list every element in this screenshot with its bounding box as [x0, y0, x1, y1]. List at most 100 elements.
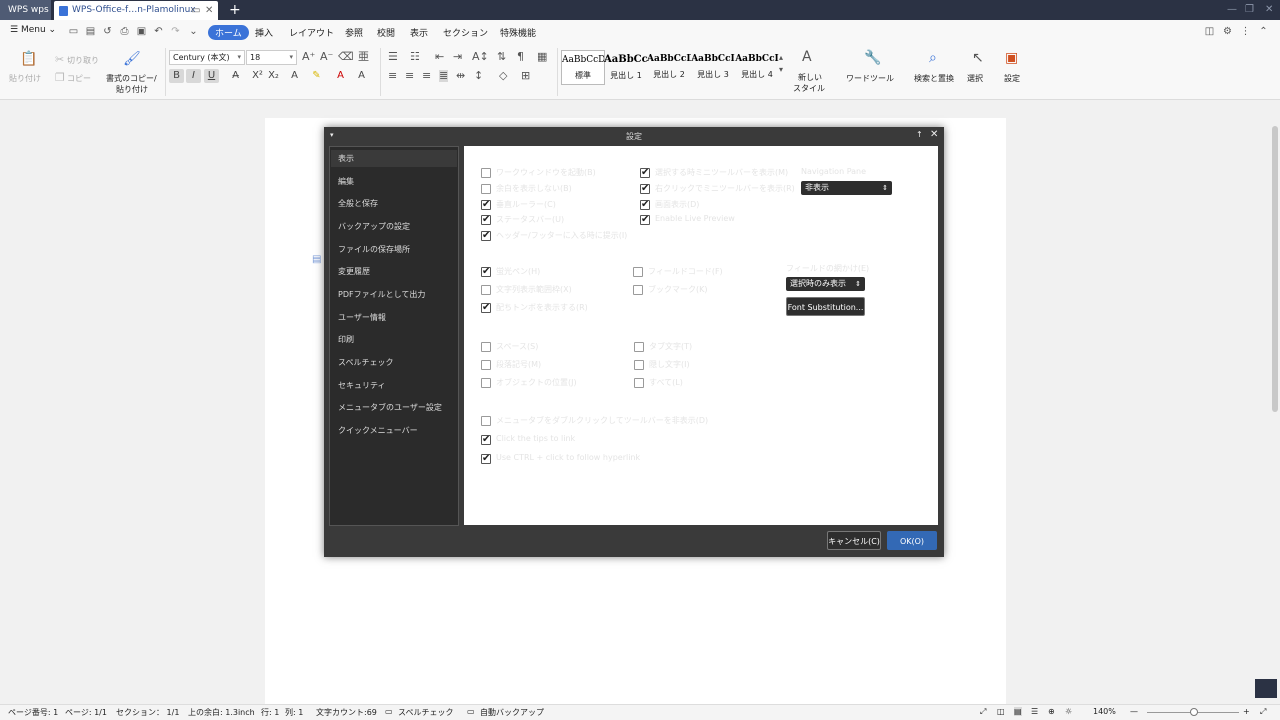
fit-icon[interactable]: ⤢: [1260, 707, 1266, 717]
new-tab-icon[interactable]: +: [229, 1, 241, 19]
status-autobackup[interactable]: 自動バックアップ: [480, 707, 544, 718]
checkbox-object-anchors[interactable]: [481, 378, 491, 388]
customize-icon[interactable]: ⌄: [188, 26, 199, 37]
nav-item-edit[interactable]: 編集: [331, 173, 457, 190]
tab-view[interactable]: 表示: [410, 26, 428, 39]
font-substitution-button[interactable]: Font Substitution...: [786, 297, 865, 316]
checkbox-status-bar[interactable]: [481, 214, 491, 226]
style-heading-2[interactable]: AaBbCcD 見出し 2: [647, 50, 691, 85]
scrollbar-thumb[interactable]: [1272, 126, 1278, 412]
zoom-in-icon[interactable]: +: [1243, 707, 1250, 716]
format-painter-label-2[interactable]: 貼り付け: [116, 84, 148, 95]
checkbox-paragraph-marks[interactable]: [481, 360, 491, 370]
font-color-button[interactable]: A: [333, 69, 348, 83]
app-tab[interactable]: WPS wps: [0, 0, 51, 20]
print-preview-icon[interactable]: ▣: [136, 26, 147, 37]
superscript-button[interactable]: X²: [250, 69, 265, 83]
table-grid-icon[interactable]: ▦: [537, 51, 547, 63]
nav-item-file-location[interactable]: ファイルの保存場所: [331, 241, 457, 258]
paste-label[interactable]: 貼り付け: [9, 73, 41, 84]
outline-view-icon[interactable]: ☰: [1031, 707, 1038, 716]
bold-button[interactable]: B: [169, 69, 184, 83]
nav-item-quick-menu[interactable]: クイックメニューバー: [331, 422, 457, 439]
checkbox-vertical-ruler[interactable]: [481, 199, 491, 211]
clear-format-icon[interactable]: ⌫: [338, 51, 354, 63]
distribute-icon[interactable]: ⇹: [456, 70, 465, 82]
line-spacing-icon[interactable]: ↕: [474, 70, 483, 82]
minimize-icon[interactable]: —: [1227, 3, 1237, 17]
undo-history-icon[interactable]: ↺: [102, 26, 113, 37]
style-heading-4[interactable]: AaBbCcI 見出し 4: [735, 50, 779, 85]
borders-icon[interactable]: ⊞: [521, 70, 530, 82]
text-effect-button[interactable]: A: [287, 69, 302, 83]
settings-gear-icon[interactable]: ⚙: [1222, 26, 1233, 37]
checkbox-bookmarks[interactable]: [633, 285, 643, 295]
char-shading-button[interactable]: A: [354, 69, 369, 83]
show-marks-icon[interactable]: ¶: [517, 51, 524, 63]
justify-icon[interactable]: ≣: [439, 70, 449, 82]
tab-insert[interactable]: 挿入: [255, 26, 273, 39]
checkbox-text-boundaries[interactable]: [481, 285, 491, 295]
redo-icon[interactable]: ↷: [170, 26, 181, 37]
checkbox-tab-chars[interactable]: [634, 342, 644, 352]
assistant-icon[interactable]: [1255, 679, 1277, 698]
checkbox-mini-toolbar-rightclick[interactable]: [640, 183, 650, 195]
new-style-label-1[interactable]: 新しい: [798, 72, 822, 83]
checkbox-ctrl-click-hyperlink[interactable]: [481, 453, 491, 465]
style-heading-3[interactable]: AaBbCcI 見出し 3: [691, 50, 735, 85]
tab-layout[interactable]: レイアウト: [289, 26, 334, 39]
save-icon[interactable]: ▤: [85, 26, 96, 37]
navigation-pane-select[interactable]: 非表示 ⇕: [801, 181, 892, 195]
tab-review[interactable]: 校閲: [377, 26, 395, 39]
word-tool-button[interactable]: ワードツール: [846, 73, 894, 84]
select-button[interactable]: 選択: [967, 73, 983, 84]
pin-icon[interactable]: ↑: [916, 130, 923, 139]
cut-button[interactable]: 切り取り: [67, 55, 99, 66]
align-right-icon[interactable]: ≡: [422, 70, 431, 82]
checkbox-header-footer-tip[interactable]: [481, 230, 491, 242]
restore-icon[interactable]: ❐: [1245, 3, 1254, 17]
find-replace-button[interactable]: 検索と置換: [914, 73, 954, 84]
tab-references[interactable]: 参照: [345, 26, 363, 39]
page-view-icon[interactable]: ▤: [1014, 707, 1022, 716]
document-tab[interactable]: WPS-Office-f…n-Plamolinux ▭ ✕: [54, 1, 218, 20]
nav-item-general-save[interactable]: 全般と保存: [331, 195, 457, 212]
collapse-ribbon-icon[interactable]: ⌃: [1258, 26, 1269, 37]
shading-icon[interactable]: ◇: [499, 70, 507, 82]
cancel-button[interactable]: キャンセル(C): [827, 531, 881, 550]
status-spellcheck[interactable]: スペルチェック: [398, 707, 453, 718]
status-row[interactable]: 行: 1: [261, 707, 279, 718]
checkbox-field-codes[interactable]: [633, 267, 643, 277]
tab-home[interactable]: ホーム: [208, 25, 249, 40]
nav-item-pdf-export[interactable]: PDFファイルとして出力: [331, 286, 457, 303]
strikethrough-button[interactable]: A̶: [228, 69, 243, 83]
text-direction-icon[interactable]: A↕: [472, 51, 489, 63]
checkbox-task-window[interactable]: [481, 168, 491, 178]
sidebar-toggle-icon[interactable]: ◫: [1204, 26, 1215, 37]
open-icon[interactable]: ▭: [68, 26, 79, 37]
nav-item-track-changes[interactable]: 変更履歴: [331, 263, 457, 280]
format-painter-label-1[interactable]: 書式のコピー/: [106, 73, 157, 84]
checkbox-highlighter[interactable]: [481, 266, 491, 278]
fullscreen-icon[interactable]: ⤢: [980, 707, 986, 717]
field-shading-select[interactable]: 選択時のみ表示 ⇕: [786, 277, 865, 291]
styles-scroll-icon[interactable]: ▴ ▾: [779, 52, 783, 76]
sort-icon[interactable]: ⇅: [497, 51, 506, 63]
more-icon[interactable]: ⋮: [1240, 26, 1251, 37]
subscript-button[interactable]: X₂: [266, 69, 281, 83]
nav-item-print[interactable]: 印刷: [331, 331, 457, 348]
checkbox-all-marks[interactable]: [634, 378, 644, 388]
zoom-out-icon[interactable]: —: [1130, 707, 1138, 716]
eye-protect-icon[interactable]: ☼: [1065, 707, 1072, 716]
checkbox-mini-toolbar-select[interactable]: [640, 167, 650, 179]
style-normal[interactable]: AaBbCcDd 標準: [561, 50, 605, 85]
vertical-scrollbar[interactable]: [1270, 101, 1280, 704]
copy-button[interactable]: コピー: [67, 73, 91, 84]
new-style-label-2[interactable]: スタイル: [793, 83, 825, 94]
font-size-select[interactable]: 18 ▾: [246, 50, 297, 65]
reading-view-icon[interactable]: ◫: [997, 707, 1005, 716]
checkbox-hidden-text[interactable]: [634, 360, 644, 370]
italic-button[interactable]: I: [186, 69, 201, 83]
close-tab-icon[interactable]: ✕: [205, 5, 213, 16]
dialog-close-icon[interactable]: ✕: [930, 129, 938, 140]
